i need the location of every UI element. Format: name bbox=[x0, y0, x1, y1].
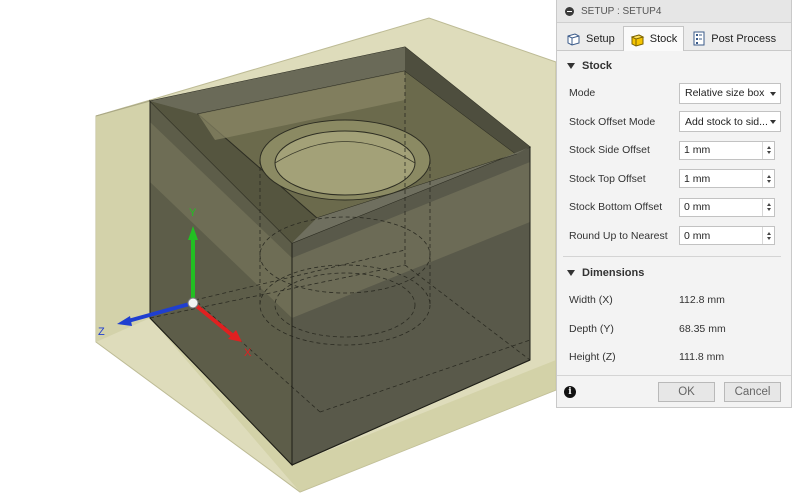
ok-button[interactable]: OK bbox=[658, 382, 715, 402]
offset-mode-label: Stock Offset Mode bbox=[569, 115, 656, 128]
setup-icon bbox=[567, 33, 580, 46]
top-offset-row: Stock Top Offset 1 mm bbox=[557, 165, 791, 194]
dialog-tabs: Setup Stock Post Process bbox=[557, 23, 791, 51]
round-up-value: 0 mm bbox=[684, 229, 711, 242]
width-value: 112.8 mm bbox=[679, 294, 725, 307]
tab-stock[interactable]: Stock bbox=[622, 26, 685, 51]
info-icon[interactable]: i bbox=[564, 385, 576, 398]
dimensions-section-header[interactable]: Dimensions bbox=[557, 260, 791, 286]
bottom-offset-value: 0 mm bbox=[684, 201, 711, 214]
depth-row: Depth (Y) 68.35 mm bbox=[557, 315, 791, 344]
chevron-down-icon bbox=[770, 91, 776, 96]
axis-label-x: X bbox=[244, 347, 252, 359]
spinner-arrows-icon[interactable] bbox=[762, 170, 774, 188]
collapse-icon[interactable] bbox=[565, 6, 574, 16]
tab-setup[interactable]: Setup bbox=[559, 26, 622, 50]
bottom-offset-row: Stock Bottom Offset 0 mm bbox=[557, 193, 791, 222]
axis-label-y: Y bbox=[189, 207, 197, 219]
spinner-arrows-icon[interactable] bbox=[762, 198, 774, 216]
offset-mode-value: Add stock to sid... bbox=[685, 115, 768, 128]
offset-mode-select[interactable]: Add stock to sid... bbox=[679, 111, 781, 133]
side-offset-value: 1 mm bbox=[684, 144, 711, 157]
bottom-offset-label: Stock Bottom Offset bbox=[569, 201, 663, 214]
top-offset-value: 1 mm bbox=[684, 172, 711, 185]
tab-post-process[interactable]: Post Process bbox=[685, 26, 783, 50]
height-value: 111.8 mm bbox=[679, 351, 725, 364]
width-row: Width (X) 112.8 mm bbox=[557, 286, 791, 315]
offset-mode-row: Stock Offset Mode Add stock to sid... bbox=[557, 108, 791, 137]
stock-icon bbox=[630, 33, 645, 47]
bottom-offset-input[interactable]: 0 mm bbox=[679, 197, 775, 217]
collapse-triangle-icon bbox=[567, 270, 575, 276]
dimensions-section-title: Dimensions bbox=[582, 267, 645, 279]
tab-post-process-label: Post Process bbox=[711, 32, 777, 45]
axis-label-z: Z bbox=[98, 326, 105, 338]
top-offset-label: Stock Top Offset bbox=[569, 172, 646, 185]
side-offset-input[interactable]: 1 mm bbox=[679, 140, 775, 160]
tab-setup-label: Setup bbox=[586, 32, 615, 45]
spinner-arrows-icon[interactable] bbox=[762, 227, 774, 245]
mode-label: Mode bbox=[569, 87, 596, 100]
mode-select[interactable]: Relative size box bbox=[679, 82, 781, 104]
post-process-icon bbox=[693, 31, 705, 46]
depth-value: 68.35 mm bbox=[679, 322, 726, 335]
depth-label: Depth (Y) bbox=[569, 322, 614, 335]
height-row: Height (Z) 111.8 mm bbox=[557, 343, 791, 372]
stock-section-header[interactable]: Stock bbox=[557, 53, 791, 79]
width-label: Width (X) bbox=[569, 294, 613, 307]
chevron-down-icon bbox=[770, 120, 776, 125]
spinner-arrows-icon[interactable] bbox=[762, 141, 774, 159]
stock-section-title: Stock bbox=[582, 60, 612, 72]
cancel-button[interactable]: Cancel bbox=[724, 382, 781, 402]
mode-value: Relative size box bbox=[685, 87, 765, 100]
height-label: Height (Z) bbox=[569, 351, 616, 364]
round-up-label: Round Up to Nearest bbox=[569, 229, 668, 242]
side-offset-row: Stock Side Offset 1 mm bbox=[557, 136, 791, 165]
section-divider bbox=[563, 256, 781, 257]
dialog-title: SETUP : SETUP4 bbox=[581, 5, 662, 17]
round-up-row: Round Up to Nearest 0 mm bbox=[557, 222, 791, 251]
side-offset-label: Stock Side Offset bbox=[569, 144, 650, 157]
dialog-titlebar[interactable]: SETUP : SETUP4 bbox=[557, 0, 791, 23]
tab-stock-label: Stock bbox=[649, 33, 678, 45]
dialog-footer: i OK Cancel bbox=[557, 375, 791, 407]
top-offset-input[interactable]: 1 mm bbox=[679, 169, 775, 189]
mode-row: Mode Relative size box bbox=[557, 79, 791, 108]
round-up-input[interactable]: 0 mm bbox=[679, 226, 775, 246]
collapse-triangle-icon bbox=[567, 63, 575, 69]
setup-dialog: SETUP : SETUP4 Setup Stock Post Process … bbox=[556, 0, 792, 408]
